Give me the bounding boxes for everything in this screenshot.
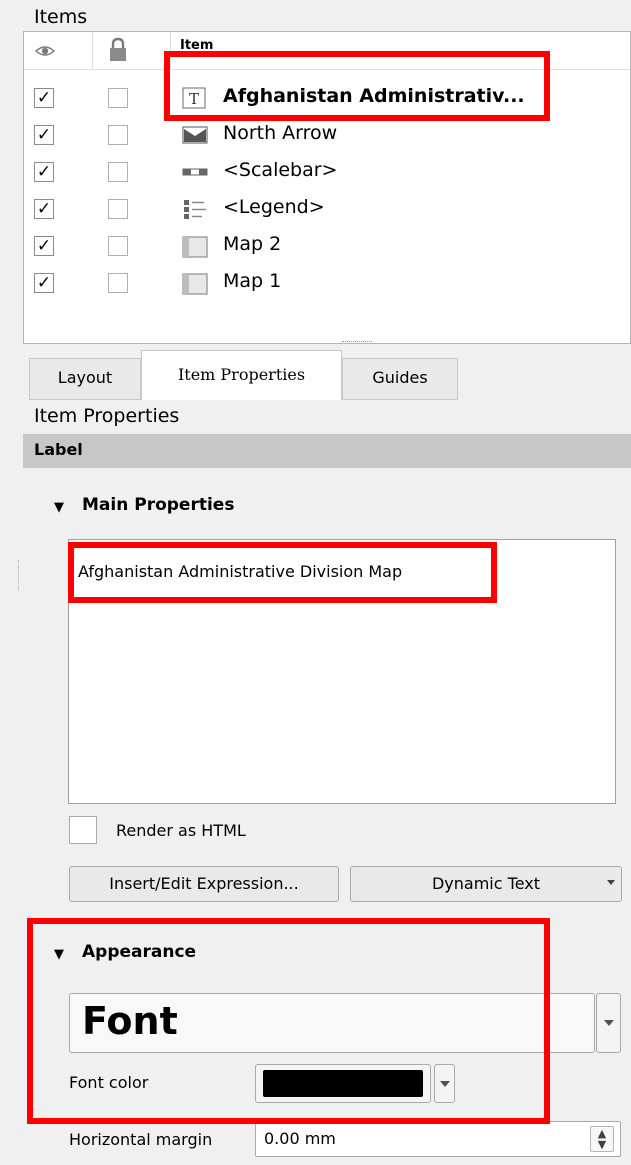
tree-row[interactable]: ✓ <Legend> [24,190,630,227]
column-header-item[interactable]: Item [180,38,213,53]
tab-item-properties[interactable]: Item Properties [141,350,342,400]
legend-icon [182,198,208,220]
map-icon [182,272,208,295]
svg-text:T: T [189,90,199,108]
render-html-checkbox[interactable] [69,816,97,844]
lock-checkbox[interactable] [108,88,128,108]
item-label: Afghanistan Administrativ... [223,85,525,107]
lock-checkbox[interactable] [108,125,128,145]
dropdown-arrow-icon [607,880,615,885]
items-tree[interactable]: Item ✓ T Afghanistan Administrativ... ✓ … [23,31,631,344]
tree-row[interactable]: ✓ <Scalebar> [24,153,630,190]
tab-layout[interactable]: Layout [29,358,141,400]
visibility-checkbox[interactable]: ✓ [34,125,54,145]
tree-row[interactable]: ✓ North Arrow [24,116,630,153]
lock-icon [108,37,128,67]
appearance-heading[interactable]: Appearance [82,942,196,962]
collapse-triangle-icon[interactable]: ▼ [54,500,64,515]
visibility-checkbox[interactable]: ✓ [34,273,54,293]
item-label: Map 1 [223,270,282,292]
item-label: North Arrow [223,122,338,144]
item-label: <Legend> [223,196,325,218]
picture-icon [182,124,208,146]
font-button[interactable]: Font [69,993,595,1053]
dynamic-text-label: Dynamic Text [431,874,540,893]
label-text-editor[interactable]: Afghanistan Administrative Division Map [68,539,616,804]
chevron-down-icon [440,1081,450,1087]
chevron-down-icon [604,1020,614,1026]
collapse-triangle-icon[interactable]: ▼ [54,947,64,962]
scalebar-icon [182,161,208,183]
visibility-checkbox[interactable]: ✓ [34,88,54,108]
font-color-swatch [263,1070,423,1097]
visibility-checkbox[interactable]: ✓ [34,236,54,256]
item-properties-title: Item Properties [34,405,180,427]
horizontal-margin-value: 0.00 mm [264,1129,336,1148]
tree-row[interactable]: ✓ Map 1 [24,264,630,301]
label-section-title: Label [34,440,83,459]
visibility-checkbox[interactable]: ✓ [34,199,54,219]
font-color-button[interactable] [255,1064,431,1103]
label-text-content: Afghanistan Administrative Division Map [78,562,403,581]
spin-arrows-icon[interactable]: ▲ ▼ [590,1126,614,1152]
insert-edit-expression-button[interactable]: Insert/Edit Expression... [69,866,339,902]
text-label-icon: T [182,87,208,109]
font-dropdown-button[interactable] [596,993,621,1053]
tree-row[interactable]: ✓ T Afghanistan Administrativ... [24,79,630,116]
panel-resize-handle[interactable] [342,341,372,344]
item-label: <Scalebar> [223,159,338,181]
lock-checkbox[interactable] [108,236,128,256]
horizontal-margin-label: Horizontal margin [69,1130,213,1149]
main-properties-heading[interactable]: Main Properties [82,495,234,515]
splitter-handle[interactable] [18,560,19,590]
map-icon [182,235,208,258]
lock-checkbox[interactable] [108,273,128,293]
lock-checkbox[interactable] [108,162,128,182]
tree-row[interactable]: ✓ Map 2 [24,227,630,264]
item-label: Map 2 [223,233,282,255]
font-color-dropdown[interactable] [434,1064,455,1103]
tab-guides[interactable]: Guides [342,358,458,400]
label-section-bar: Label [23,434,631,468]
font-button-label: Font [82,999,178,1043]
horizontal-margin-spinbox[interactable]: 0.00 mm ▲ ▼ [255,1121,621,1157]
tree-header: Item [24,32,630,70]
render-html-label: Render as HTML [116,821,246,840]
font-color-label: Font color [69,1073,149,1092]
eye-icon [34,41,56,65]
dynamic-text-button[interactable]: Dynamic Text [350,866,622,902]
visibility-checkbox[interactable]: ✓ [34,162,54,182]
items-panel-title: Items [34,6,88,28]
lock-checkbox[interactable] [108,199,128,219]
